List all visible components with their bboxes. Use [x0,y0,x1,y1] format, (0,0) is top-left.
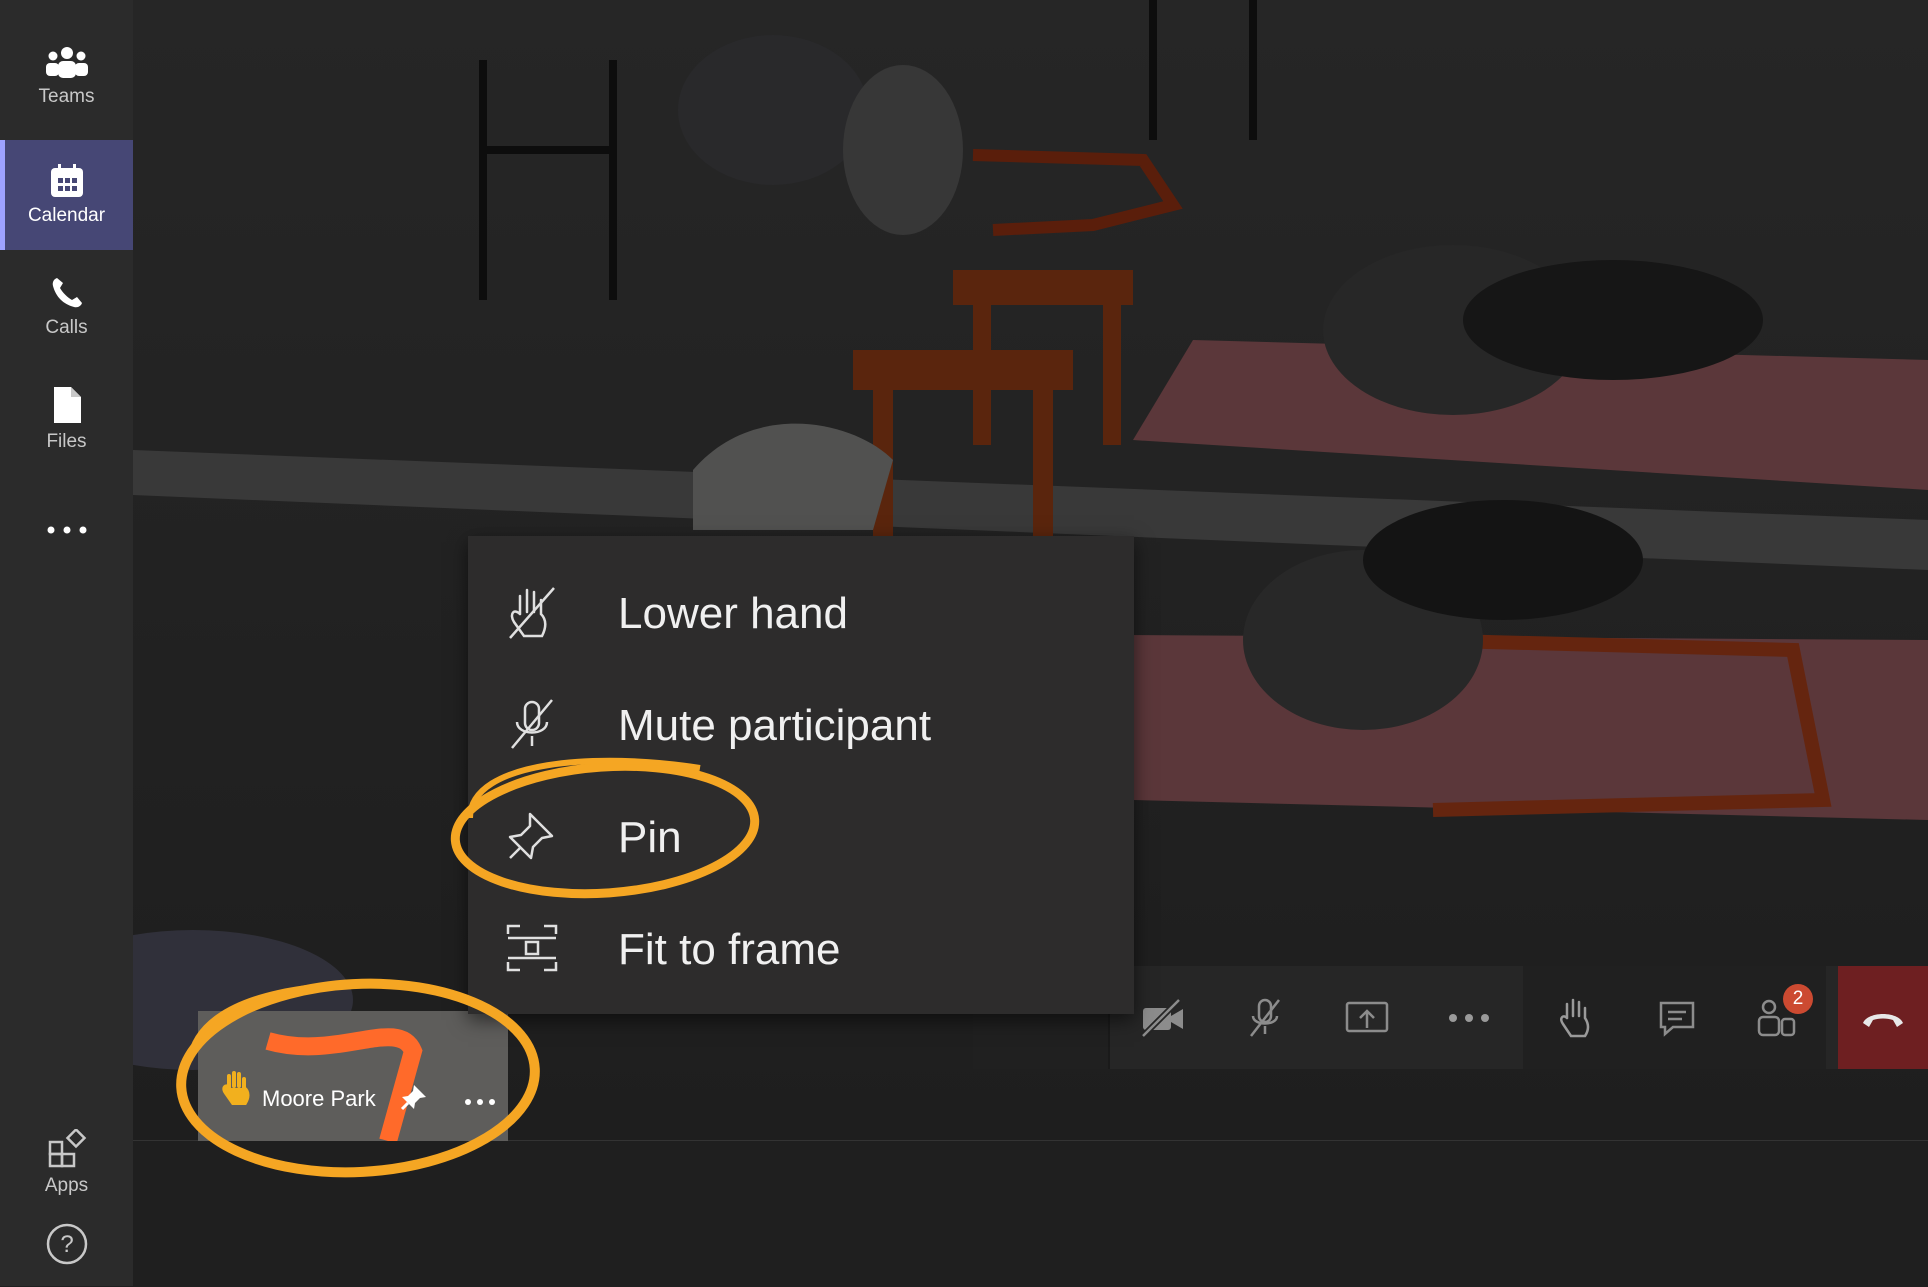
more-icon [47,526,86,534]
menu-item-fit-to-frame[interactable]: Fit to frame [468,892,1134,1004]
more-icon [1448,1013,1489,1022]
calendar-icon [50,164,83,197]
rail-item-calls[interactable]: Calls [0,252,133,362]
participant-name: Moore Park [262,1086,376,1111]
raised-hand-icon [222,1071,250,1105]
camera-off-icon [1140,997,1183,1038]
menu-item-label: Mute participant [618,701,932,750]
participant-tile[interactable]: Moore Park [198,1011,508,1141]
menu-item-pin[interactable]: Pin [468,780,1134,892]
hang-up-button[interactable] [1838,966,1928,1069]
pin-icon [400,1085,426,1111]
phone-icon [52,278,82,308]
menu-item-label: Lower hand [618,589,848,638]
rail-item-calendar[interactable]: Calendar [0,140,133,250]
rail-item-files[interactable]: Files [0,364,133,474]
pin-icon [508,812,554,860]
chat-icon [1659,1001,1694,1037]
participant-more-button[interactable] [460,1087,500,1117]
share-screen-icon [1345,1001,1388,1032]
apps-icon [48,1129,86,1168]
help-icon: ? [46,1223,87,1265]
mic-off-icon [1249,998,1280,1037]
share-screen-button[interactable] [1315,966,1418,1069]
rail-item-more[interactable] [0,478,133,588]
more-actions-button[interactable] [1417,966,1520,1069]
menu-item-label: Pin [618,813,682,862]
rail-item-teams[interactable]: Teams [0,22,133,132]
raise-hand-button[interactable] [1523,966,1626,1069]
rail-item-help[interactable]: ? [0,1208,133,1286]
rail-label-apps: Apps [44,1175,89,1196]
participant-context-menu: Lower hand Mute participant Pin Fit to f… [468,536,1134,1014]
file-icon [53,387,81,423]
hand-icon [1559,998,1589,1037]
mute-icon [511,699,553,749]
menu-item-lower-hand[interactable]: Lower hand [468,556,1134,668]
rail-label-calls: Calls [45,317,88,338]
chat-button[interactable] [1625,966,1728,1069]
rail-item-apps[interactable]: Apps [0,1108,133,1218]
app-rail: Teams Calendar Calls Files Apps ? [0,0,133,1286]
lower-hand-icon [509,587,555,639]
menu-item-mute-participant[interactable]: Mute participant [468,668,1134,780]
teams-icon [45,47,88,78]
rail-label-teams: Teams [38,86,95,107]
fit-to-frame-icon [506,924,558,972]
gallery-strip [133,1140,1928,1287]
more-icon [465,1099,495,1105]
participants-button[interactable]: 2 [1725,966,1828,1069]
rail-label-files: Files [46,431,87,452]
svg-text:?: ? [60,1231,73,1258]
participants-count-badge: 2 [1783,984,1813,1014]
rail-label-calendar: Calendar [27,205,106,226]
mic-toggle-button[interactable] [1213,966,1316,1069]
menu-item-label: Fit to frame [618,925,841,974]
hang-up-icon [1863,1013,1903,1027]
